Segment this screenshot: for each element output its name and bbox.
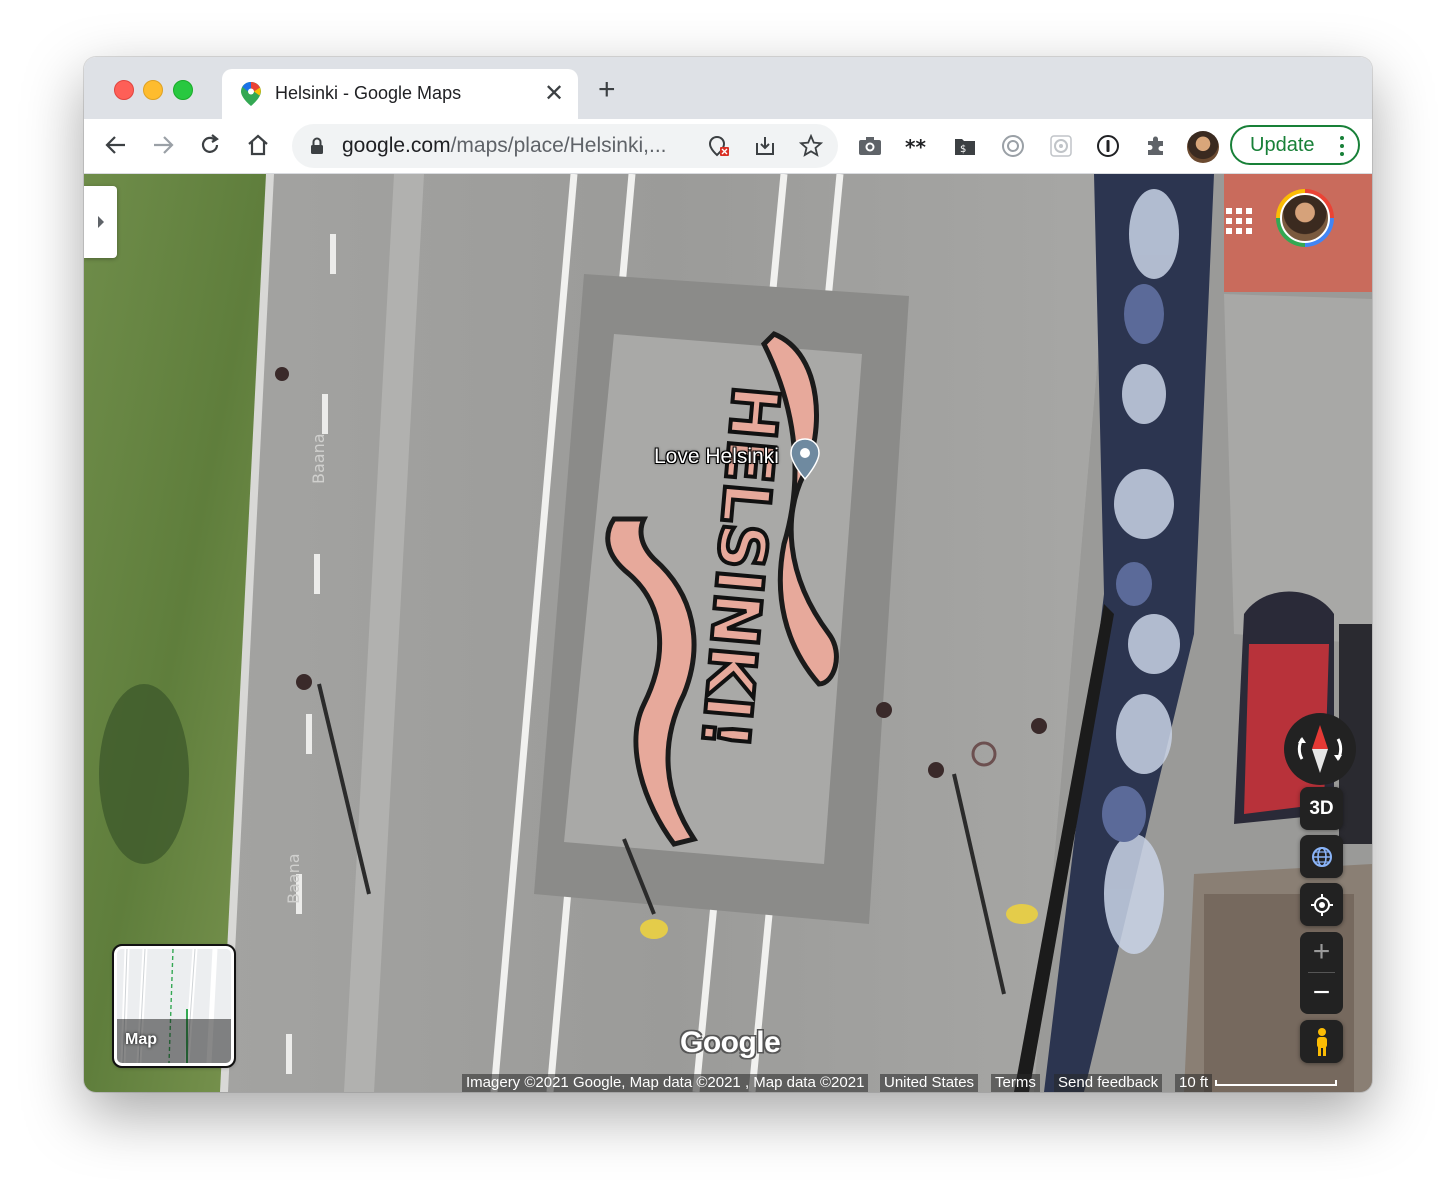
my-location-button[interactable]	[1300, 883, 1343, 926]
arrow-left-icon	[105, 136, 125, 154]
pegman-button[interactable]	[1300, 1020, 1343, 1063]
road-label: Baana	[284, 853, 303, 904]
asterisk-extension-icon[interactable]: **	[902, 131, 932, 161]
road-label: Baana	[309, 433, 328, 484]
password-manager-icon[interactable]	[1093, 131, 1123, 161]
reload-icon	[201, 134, 219, 153]
kebab-menu-icon[interactable]	[1340, 135, 1344, 157]
compass-icon	[1297, 725, 1343, 773]
browser-window: Helsinki - Google Maps ✕ + google.com/ma…	[84, 57, 1372, 1092]
google-maps-favicon-icon	[241, 82, 261, 106]
svg-text:**: **	[905, 138, 926, 154]
tab-bar: Helsinki - Google Maps ✕ +	[84, 57, 1372, 119]
profile-avatar[interactable]	[1187, 131, 1219, 163]
camera-extension-icon[interactable]	[855, 131, 885, 161]
minimize-window-button[interactable]	[143, 80, 163, 100]
scale-label[interactable]: 10 ft	[1175, 1074, 1213, 1092]
imagery-attribution: Imagery ©2021 Google, Map data ©2021 , M…	[462, 1074, 869, 1092]
satellite-imagery: HELSINKI! Baana Baana	[84, 174, 1372, 1092]
pegman-icon	[1316, 1027, 1327, 1056]
google-apps-grid-icon[interactable]	[1226, 208, 1252, 234]
globe-view-button[interactable]	[1300, 835, 1343, 878]
lock-icon	[311, 137, 323, 154]
folder-extension-icon[interactable]: $	[950, 131, 980, 161]
back-button[interactable]	[98, 127, 134, 163]
map-pin-icon[interactable]	[790, 438, 820, 480]
browser-toolbar: google.com/maps/place/Helsinki,... ** $	[84, 119, 1372, 174]
location-blocked-icon[interactable]	[706, 133, 732, 159]
target-extension-icon[interactable]	[998, 131, 1028, 161]
map-layer-toggle[interactable]: Map	[112, 944, 236, 1068]
scale-bar[interactable]	[1215, 1080, 1337, 1086]
svg-text:$: $	[960, 144, 966, 155]
avatar-photo	[1280, 193, 1330, 243]
url-domain: google.com	[342, 134, 451, 157]
puzzle-extensions-icon[interactable]	[1141, 131, 1171, 161]
forward-button[interactable]	[145, 127, 181, 163]
crosshair-icon	[1310, 893, 1333, 916]
close-window-button[interactable]	[114, 80, 134, 100]
terms-link[interactable]: Terms	[991, 1074, 1040, 1092]
tab-google-maps[interactable]: Helsinki - Google Maps ✕	[222, 69, 578, 119]
account-avatar[interactable]	[1276, 189, 1334, 247]
url-path: /maps/place/Helsinki,...	[450, 134, 667, 157]
send-feedback-link[interactable]: Send feedback	[1054, 1074, 1163, 1092]
home-icon	[248, 134, 268, 156]
tab-close-icon[interactable]: ✕	[544, 79, 564, 108]
new-tab-button[interactable]: +	[598, 75, 616, 105]
reload-button[interactable]	[192, 127, 228, 163]
globe-icon	[1311, 846, 1332, 867]
bookmark-star-icon[interactable]	[798, 133, 824, 159]
country-link[interactable]: United States	[880, 1074, 979, 1092]
zoom-out-button[interactable]: −	[1300, 973, 1343, 1013]
collapse-side-panel-button[interactable]	[84, 186, 117, 258]
place-label[interactable]: Love Helsinki	[654, 445, 779, 469]
address-bar[interactable]: google.com/maps/place/Helsinki,...	[292, 124, 838, 168]
google-logo: Google	[680, 1026, 781, 1059]
zoom-control: + −	[1300, 932, 1343, 1014]
satellite-map[interactable]: HELSINKI! Baana Baana Love Helsinki 3D +…	[84, 174, 1372, 1092]
url-text: google.com/maps/place/Helsinki,...	[342, 134, 667, 158]
zoom-in-button[interactable]: +	[1300, 932, 1343, 972]
update-button[interactable]: Update	[1230, 125, 1360, 165]
minimap-label: Map	[125, 1031, 157, 1048]
three-d-button[interactable]: 3D	[1300, 787, 1343, 830]
tab-title: Helsinki - Google Maps	[275, 83, 462, 103]
maximize-window-button[interactable]	[173, 80, 193, 100]
home-button[interactable]	[240, 127, 276, 163]
update-button-label: Update	[1250, 133, 1315, 156]
caret-right-icon	[97, 216, 104, 228]
gear-extension-icon[interactable]	[1046, 131, 1076, 161]
install-app-icon[interactable]	[752, 133, 778, 159]
compass-control[interactable]	[1284, 713, 1356, 785]
arrow-right-icon	[154, 136, 174, 154]
